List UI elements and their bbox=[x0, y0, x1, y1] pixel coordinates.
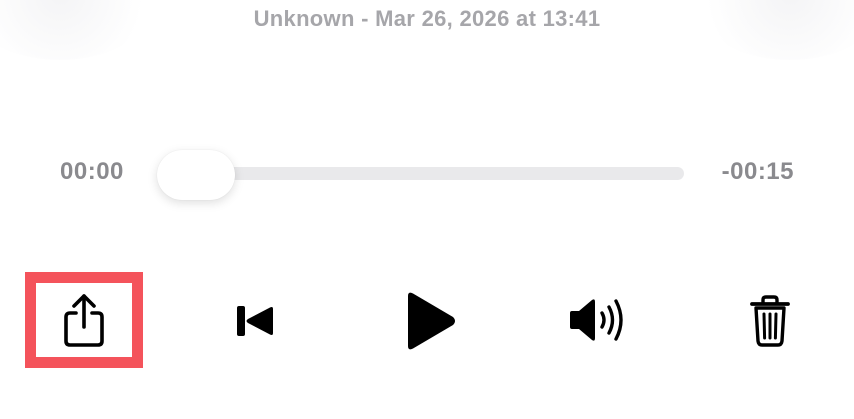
recording-subtitle: Unknown - Mar 26, 2026 at 13:41 bbox=[253, 6, 601, 31]
play-icon bbox=[408, 292, 455, 350]
skip-back-button[interactable] bbox=[226, 295, 286, 347]
voice-memo-player: Unknown - Mar 26, 2026 at 13:41 00:00 -0… bbox=[0, 0, 854, 419]
elapsed-time: 00:00 bbox=[60, 158, 124, 185]
remaining-time: -00:15 bbox=[721, 158, 794, 185]
scrubber-thumb[interactable] bbox=[157, 150, 235, 200]
share-highlight-box bbox=[25, 272, 143, 368]
volume-icon bbox=[570, 299, 623, 341]
play-button[interactable] bbox=[392, 285, 468, 357]
scrubber-track[interactable] bbox=[160, 167, 684, 180]
trash-icon bbox=[750, 295, 790, 347]
delete-button[interactable] bbox=[740, 292, 800, 350]
skip-back-icon bbox=[237, 306, 273, 336]
volume-button[interactable] bbox=[562, 292, 634, 348]
